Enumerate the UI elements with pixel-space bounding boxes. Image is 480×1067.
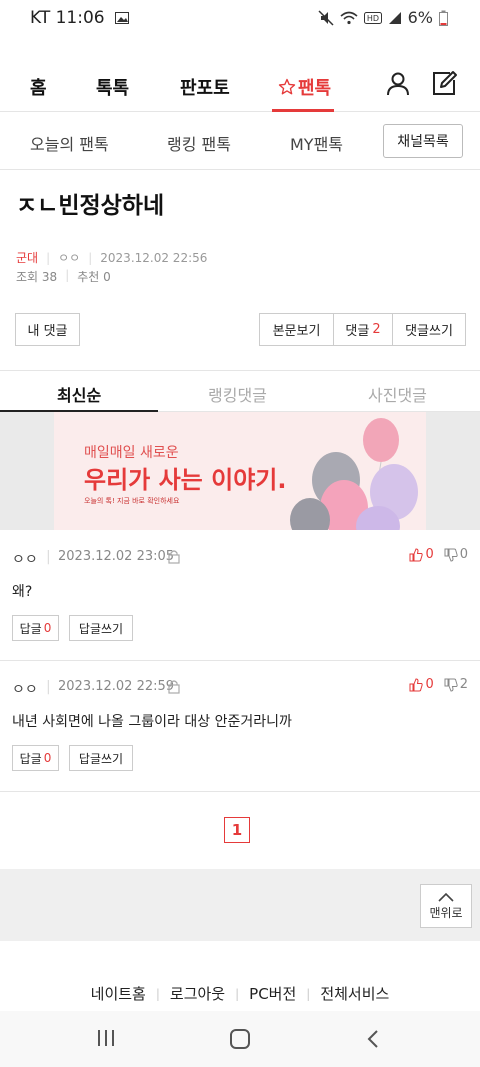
comment-datetime: 2023.12.02 22:59 bbox=[58, 679, 175, 694]
comments-count: 2 bbox=[372, 322, 381, 337]
report-icon[interactable] bbox=[168, 679, 180, 694]
ad-banner[interactable]: 매일매일 새로운 우리가 사는 이야기. 오늘의 톡! 지금 바로 확인하세요 bbox=[54, 412, 426, 530]
battery-level: 6% bbox=[407, 8, 433, 27]
reply-count: 0 bbox=[43, 751, 52, 765]
tab-fantalk[interactable]: 팬톡 bbox=[278, 74, 331, 100]
balloons-illustration bbox=[290, 418, 418, 530]
reply-count: 0 bbox=[43, 621, 52, 635]
svg-text:HD: HD bbox=[367, 14, 379, 23]
ad-banner-area: 매일매일 새로운 우리가 사는 이야기. 오늘의 톡! 지금 바로 확인하세요 bbox=[0, 412, 480, 530]
banner-line1: 매일매일 새로운 bbox=[84, 445, 179, 461]
comment-item: ㅇㅇ | 2023.12.02 23:05 0 0 왜? 답글 0 답글쓰기 bbox=[0, 531, 480, 661]
channel-list-button[interactable]: 채널목록 bbox=[383, 124, 463, 158]
comment-datetime: 2023.12.02 23:05 bbox=[58, 549, 175, 564]
my-comments-button[interactable]: 내 댓글 bbox=[15, 313, 80, 346]
tab-latest[interactable]: 최신순 bbox=[57, 382, 101, 406]
view-post-button[interactable]: 본문보기 bbox=[259, 313, 334, 346]
hd-icon: HD bbox=[363, 11, 382, 24]
footer-gray-area bbox=[0, 869, 480, 941]
comments-label: 댓글 bbox=[345, 324, 370, 339]
back-icon[interactable] bbox=[366, 1029, 380, 1049]
carrier-time: KT 11:06 bbox=[30, 8, 105, 28]
tab-home[interactable]: 홈 bbox=[30, 74, 47, 100]
post-title: ㅈㄴ빈정상하네 bbox=[16, 193, 165, 219]
thumbs-down-icon bbox=[444, 548, 458, 562]
tab-photo-comments[interactable]: 사진댓글 bbox=[368, 382, 427, 406]
post-datetime: 2023.12.02 22:56 bbox=[100, 250, 208, 265]
wifi-icon bbox=[340, 11, 358, 24]
tab-panphoto[interactable]: 판포토 bbox=[180, 74, 230, 100]
thumbs-up-icon bbox=[409, 677, 424, 691]
downvote-button[interactable]: 0 bbox=[444, 547, 468, 562]
scroll-to-top-label: 맨위로 bbox=[429, 905, 463, 920]
reply-count-button[interactable]: 답글 0 bbox=[12, 745, 59, 771]
report-icon[interactable] bbox=[168, 549, 180, 564]
post-author: ㅇㅇ bbox=[58, 251, 81, 265]
comment-body: 왜? bbox=[12, 584, 33, 600]
upvote-count: 0 bbox=[425, 677, 434, 692]
footer-link-logout[interactable]: 로그아웃 bbox=[170, 983, 225, 1004]
recommend-label: 추천 bbox=[77, 270, 100, 284]
comment-author: ㅇㅇ bbox=[12, 552, 38, 568]
footer-link-all-services[interactable]: 전체서비스 bbox=[320, 983, 389, 1004]
signal-icon bbox=[388, 11, 401, 24]
home-icon[interactable] bbox=[229, 1029, 251, 1049]
tab-fantalk-label: 팬톡 bbox=[298, 78, 332, 99]
tab-toktok[interactable]: 톡톡 bbox=[96, 74, 129, 100]
post-category[interactable]: 군대 bbox=[16, 249, 38, 266]
subtab-today-fantalk[interactable]: 오늘의 팬톡 bbox=[30, 131, 109, 155]
post-stats: 조회 38 | 추천 0 bbox=[16, 268, 111, 284]
top-navigation: 홈 톡톡 판포토 팬톡 bbox=[0, 58, 480, 112]
write-comment-button[interactable]: 댓글쓰기 bbox=[392, 313, 466, 346]
post-meta: 군대 | ㅇㅇ | 2023.12.02 22:56 bbox=[16, 249, 208, 266]
tab-ranking-comments[interactable]: 랭킹댓글 bbox=[208, 382, 267, 406]
downvote-count: 2 bbox=[459, 677, 468, 692]
recent-apps-icon[interactable] bbox=[96, 1029, 116, 1047]
thumbs-up-icon bbox=[409, 547, 424, 561]
upvote-button[interactable]: 0 bbox=[409, 547, 434, 562]
write-reply-button[interactable]: 답글쓰기 bbox=[69, 615, 133, 641]
write-reply-button[interactable]: 답글쓰기 bbox=[69, 745, 133, 771]
subtab-ranking-fantalk[interactable]: 랭킹 팬톡 bbox=[167, 131, 231, 155]
footer-link-pc-version[interactable]: PC버전 bbox=[249, 983, 296, 1004]
recommend-count: 0 bbox=[103, 270, 111, 284]
views-label: 조회 bbox=[16, 270, 39, 284]
reply-label: 답글 bbox=[19, 621, 42, 636]
footer-link-nate-home[interactable]: 네이트홈 bbox=[91, 983, 146, 1004]
mute-icon bbox=[318, 9, 334, 26]
reply-label: 답글 bbox=[19, 751, 42, 766]
thumbs-down-icon bbox=[444, 678, 458, 692]
views-count: 38 bbox=[41, 270, 58, 284]
scroll-to-top-button[interactable]: 맨위로 bbox=[420, 884, 472, 928]
status-bar: KT 11:06 HD 6% bbox=[0, 0, 480, 36]
upvote-button[interactable]: 0 bbox=[409, 677, 434, 692]
comment-body: 내년 사회면에 나올 그룹이라 대상 안준거라니까 bbox=[12, 714, 292, 730]
star-icon bbox=[278, 78, 296, 95]
write-icon[interactable] bbox=[430, 70, 458, 98]
comment-item: ㅇㅇ | 2023.12.02 22:59 0 2 내년 사회면에 나올 그룹이… bbox=[0, 661, 480, 792]
comment-author: ㅇㅇ bbox=[12, 682, 38, 698]
comments-button[interactable]: 댓글 2 bbox=[333, 313, 393, 346]
system-navigation-bar bbox=[0, 1011, 480, 1067]
reply-count-button[interactable]: 답글 0 bbox=[12, 615, 59, 641]
downvote-count: 0 bbox=[459, 547, 468, 562]
downvote-button[interactable]: 2 bbox=[444, 677, 468, 692]
footer: 네이트홈 | 로그아웃 | PC버전 | 전체서비스 bbox=[0, 941, 480, 1011]
chevron-up-icon bbox=[438, 892, 454, 902]
subtab-my-fantalk[interactable]: MY팬톡 bbox=[290, 131, 343, 155]
banner-line3: 오늘의 톡! 지금 바로 확인하세요 bbox=[84, 497, 180, 505]
page-1-button[interactable]: 1 bbox=[224, 817, 250, 843]
user-icon[interactable] bbox=[384, 70, 412, 98]
comment-sort-tabs: 최신순 랭킹댓글 사진댓글 bbox=[0, 370, 480, 413]
gallery-icon bbox=[114, 12, 129, 24]
upvote-count: 0 bbox=[425, 547, 434, 562]
banner-line2: 우리가 사는 이야기. bbox=[84, 466, 287, 494]
battery-icon bbox=[439, 10, 448, 26]
sub-navigation: 오늘의 팬톡 랭킹 팬톡 MY팬톡 채널목록 bbox=[0, 112, 480, 170]
